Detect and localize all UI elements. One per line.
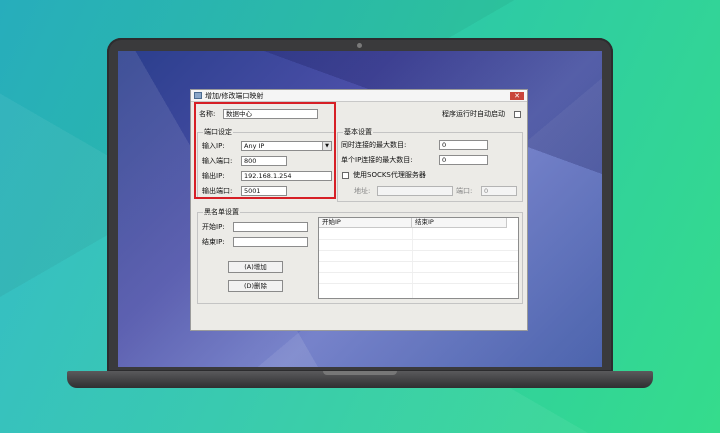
highlight-box bbox=[194, 102, 336, 199]
proxy-port-field[interactable]: 0 bbox=[481, 186, 517, 196]
table-row bbox=[319, 261, 518, 262]
add-button[interactable]: (A)增加 bbox=[228, 261, 283, 273]
dialog-title: 增加/修改端口映射 bbox=[205, 92, 264, 100]
max-connections-field[interactable]: 0 bbox=[439, 140, 488, 150]
autostart-checkbox[interactable] bbox=[514, 111, 521, 118]
end-ip-label: 结束IP: bbox=[202, 238, 225, 246]
proxy-port-label: 端口: bbox=[456, 187, 473, 195]
blacklist-table[interactable]: 开始IP 结束IP bbox=[318, 217, 519, 299]
camera-icon bbox=[357, 43, 362, 48]
table-row bbox=[319, 250, 518, 251]
proxy-address-label: 地址: bbox=[354, 187, 371, 195]
start-ip-field[interactable] bbox=[233, 222, 308, 232]
max-connections-per-ip-field[interactable]: 0 bbox=[439, 155, 488, 165]
close-button[interactable]: ✕ bbox=[510, 92, 524, 100]
title-bar: 增加/修改端口映射 ✕ bbox=[191, 90, 527, 102]
app-icon bbox=[194, 92, 202, 99]
socks-proxy-checkbox[interactable] bbox=[342, 172, 349, 179]
table-row bbox=[319, 272, 518, 273]
basic-settings-title: 基本设置 bbox=[343, 128, 373, 137]
delete-button[interactable]: (D)删除 bbox=[228, 280, 283, 292]
max-connections-label: 同时连接的最大数目: bbox=[341, 141, 407, 149]
end-ip-field[interactable] bbox=[233, 237, 308, 247]
autostart-label: 程序运行时自动启动 bbox=[442, 110, 505, 118]
table-row bbox=[319, 239, 518, 240]
column-header-start-ip[interactable]: 开始IP bbox=[319, 218, 412, 228]
max-connections-per-ip-label: 单个IP连接的最大数目: bbox=[341, 156, 413, 164]
blacklist-title: 黑名单设置 bbox=[203, 208, 240, 217]
laptop-base-notch bbox=[323, 371, 397, 375]
start-ip-label: 开始IP: bbox=[202, 223, 225, 231]
column-header-end-ip[interactable]: 结束IP bbox=[412, 218, 507, 228]
table-row bbox=[319, 283, 518, 284]
socks-proxy-label: 使用SOCKS代理服务器 bbox=[353, 171, 426, 179]
proxy-address-field[interactable] bbox=[377, 186, 453, 196]
